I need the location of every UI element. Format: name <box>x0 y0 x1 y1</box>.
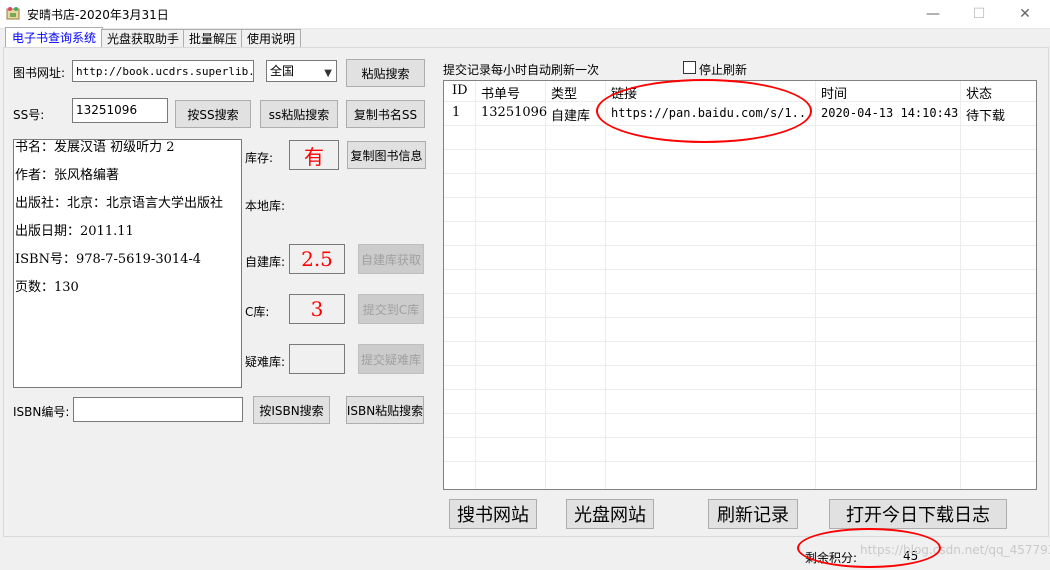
tab-disc-helper[interactable]: 光盘获取助手 <box>101 29 185 48</box>
table-cell-type[interactable]: 自建库 <box>551 105 590 124</box>
region-select-value: 全国 <box>270 64 295 78</box>
book-info-pages: 页数：130 <box>15 280 79 295</box>
column-header-order[interactable]: 书单号 <box>481 83 520 102</box>
table-cell-status[interactable]: 待下载 <box>966 105 1005 124</box>
isbn-label: ISBN编号: <box>13 405 70 419</box>
column-header-time[interactable]: 时间 <box>821 83 847 102</box>
stop-refresh-label: 停止刷新 <box>699 63 748 77</box>
c-library-label: C库: <box>245 305 270 319</box>
column-header-type[interactable]: 类型 <box>551 83 577 102</box>
self-built-value: 2.5 <box>289 244 345 274</box>
open-today-log-button[interactable]: 打开今日下载日志 <box>829 499 1007 529</box>
book-url-label: 图书网址: <box>13 66 66 80</box>
tab-ebook-query[interactable]: 电子书查询系统 <box>5 27 103 49</box>
column-header-id[interactable]: ID <box>452 83 468 98</box>
submit-difficult-button[interactable]: 提交疑难库 <box>358 344 424 374</box>
search-site-button[interactable]: 搜书网站 <box>449 499 537 529</box>
table-cell-time[interactable]: 2020-04-13 14:10:43 <box>821 106 958 120</box>
records-table[interactable]: ID 书单号 类型 链接 时间 状态 1 13251096 自建库 https:… <box>443 80 1037 490</box>
stop-refresh-checkbox[interactable] <box>683 61 696 74</box>
title-bar: 安晴书店-2020年3月31日 — ☐ ✕ <box>0 0 1050 29</box>
ss-search-button[interactable]: 按SS搜索 <box>175 100 251 128</box>
refresh-records-button[interactable]: 刷新记录 <box>708 499 798 529</box>
book-info-date: 出版日期：2011.11 <box>15 224 134 239</box>
column-header-status[interactable]: 状态 <box>966 83 992 102</box>
isbn-search-button[interactable]: 按ISBN搜索 <box>253 396 330 424</box>
ss-input[interactable]: 13251096 <box>72 98 168 123</box>
c-library-value: 3 <box>289 294 345 324</box>
tab-batch-unzip[interactable]: 批量解压 <box>183 29 243 48</box>
book-info-publisher: 出版社：北京：北京语言大学出版社 <box>15 196 224 211</box>
disc-site-button[interactable]: 光盘网站 <box>566 499 654 529</box>
self-built-label: 自建库: <box>245 255 286 269</box>
ss-paste-search-button[interactable]: ss粘贴搜索 <box>260 100 338 128</box>
minimize-button[interactable]: — <box>910 0 956 28</box>
self-built-fetch-button[interactable]: 自建库获取 <box>358 244 424 274</box>
difficult-library-value <box>289 344 345 374</box>
stock-label: 库存: <box>245 151 274 165</box>
ss-label: SS号: <box>13 108 45 122</box>
local-library-label: 本地库: <box>245 199 286 213</box>
points-highlight-ellipse <box>797 528 941 568</box>
chevron-down-icon: ▼ <box>324 68 332 79</box>
book-info-textarea[interactable]: 书名：发展汉语 初级听力 2 作者：张风格编著 出版社：北京：北京语言大学出版社… <box>13 139 242 388</box>
paste-search-button[interactable]: 粘贴搜索 <box>346 59 425 87</box>
table-cell-id[interactable]: 1 <box>452 105 460 120</box>
maximize-button[interactable]: ☐ <box>956 0 1002 28</box>
window-title: 安晴书店-2020年3月31日 <box>27 8 169 22</box>
difficult-library-label: 疑难库: <box>245 355 286 369</box>
close-button[interactable]: ✕ <box>1002 0 1048 28</box>
records-note: 提交记录每小时自动刷新一次 <box>443 63 600 77</box>
app-icon <box>6 6 20 20</box>
book-info-title: 书名：发展汉语 初级听力 2 <box>15 140 175 155</box>
region-select[interactable]: 全国 ▼ <box>266 60 337 82</box>
book-info-author: 作者：张风格编著 <box>15 168 120 183</box>
copy-title-ss-button[interactable]: 复制书名SS <box>346 100 425 128</box>
link-highlight-ellipse <box>596 79 812 143</box>
submit-c-library-button[interactable]: 提交到C库 <box>358 294 424 324</box>
isbn-paste-search-button[interactable]: ISBN粘贴搜索 <box>346 396 424 424</box>
book-url-input[interactable]: http://book.ucdrs.superlib.net <box>72 60 254 82</box>
book-info-isbn: ISBN号：978-7-5619-3014-4 <box>15 252 202 267</box>
table-cell-order[interactable]: 13251096 <box>481 105 547 120</box>
isbn-input[interactable] <box>73 397 243 422</box>
stock-value: 有 <box>289 140 339 170</box>
copy-book-info-button[interactable]: 复制图书信息 <box>347 141 426 169</box>
tab-instructions[interactable]: 使用说明 <box>241 29 301 48</box>
